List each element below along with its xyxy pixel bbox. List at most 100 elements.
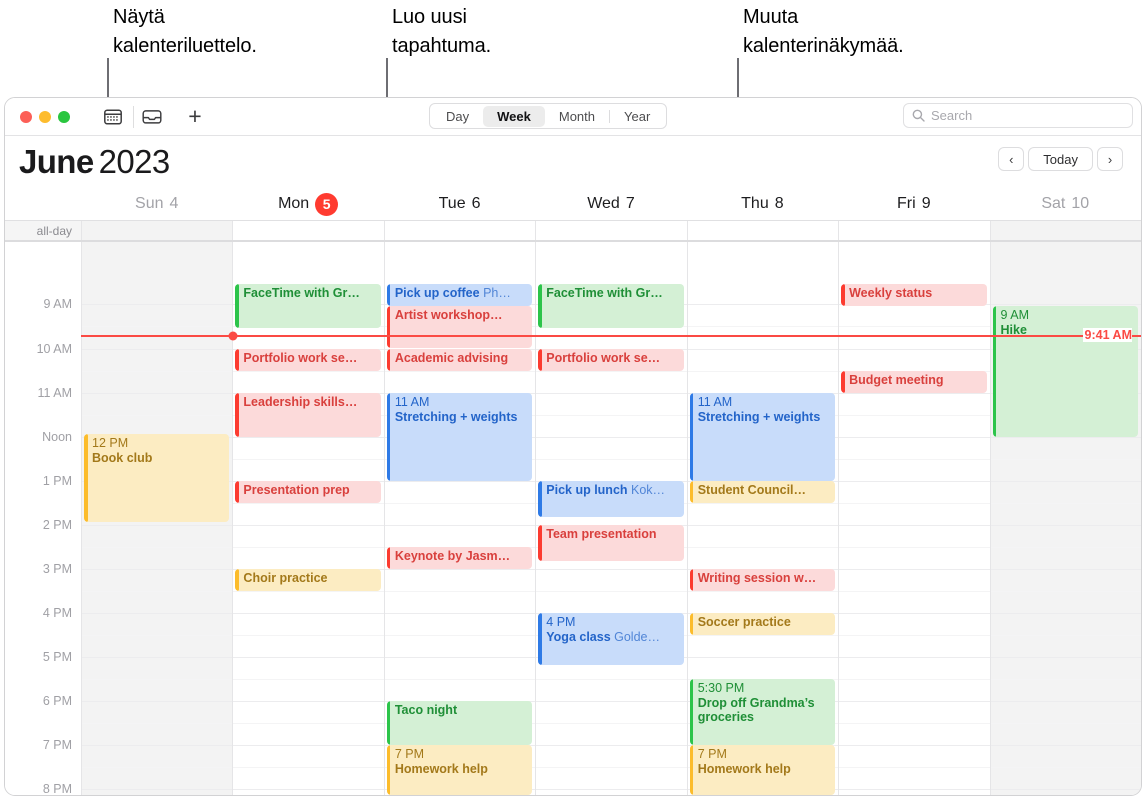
calendar-event[interactable]: Keynote by Jasm… [386, 547, 533, 569]
event-title: Budget meeting [849, 373, 944, 387]
maximize-button[interactable] [58, 111, 70, 123]
event-title: Portfolio work se… [243, 351, 358, 365]
hour-gridline [990, 525, 1141, 526]
day-column-fri[interactable]: Weekly status Budget meeting [838, 242, 990, 795]
all-day-cell-fri[interactable] [838, 221, 990, 240]
all-day-cell-tue[interactable] [383, 221, 536, 240]
calendar-event[interactable]: Portfolio work se… [235, 349, 381, 371]
event-title: Stretching + weights [697, 409, 821, 424]
tab-month[interactable]: Month [545, 106, 609, 127]
all-day-cell-mon[interactable] [232, 221, 384, 240]
half-hour-gridline [839, 503, 990, 504]
event-color-bar [386, 284, 391, 306]
page-title: June 2023 [19, 143, 170, 181]
previous-week-button[interactable]: ‹ [998, 147, 1025, 171]
hour-gridline [82, 304, 233, 305]
calendar-event[interactable]: 7 PM Homework help [689, 745, 836, 795]
day-column-wed[interactable]: FaceTime with Gr… Portfolio work se… Pick … [535, 242, 687, 795]
tab-year[interactable]: Year [610, 106, 664, 127]
close-button[interactable] [20, 111, 32, 123]
calendar-event[interactable]: 11 AM Stretching + weights [689, 393, 836, 481]
day-column-tue[interactable]: Pick up coffee Ph… Artist workshop… Academ… [383, 242, 536, 795]
hour-gridline [839, 437, 990, 438]
calendar-event[interactable]: Presentation prep [235, 481, 381, 503]
calendar-event[interactable]: 4 PM Yoga class Golde… [538, 613, 684, 665]
view-segmented-control[interactable]: Day Week Month Year [429, 103, 668, 129]
event-color-bar [235, 393, 239, 437]
calendar-event[interactable]: Budget meeting [841, 371, 987, 393]
calendar-event[interactable]: Team presentation [538, 525, 684, 561]
day-name-label: Fri [897, 195, 916, 212]
day-column-thu[interactable]: 11 AM Stretching + weights Student Council… [686, 242, 839, 795]
calendar-event[interactable]: Pick up coffee Ph… [386, 284, 533, 306]
calendar-event[interactable]: 5:30 PM Drop off Grandma’s groceries [689, 679, 836, 745]
calendar-grid[interactable]: 9 AM 10 AM 11 AM Noon 1 PM 2 PM 3 PM 4 PM 5 PM 6 … [5, 242, 1141, 795]
event-title: Homework help [394, 761, 488, 776]
day-header-sun[interactable]: Sun 4 [81, 188, 232, 220]
calendar-event[interactable]: 7 PM Homework help [386, 745, 533, 795]
hour-label: 10 AM [36, 342, 72, 356]
hour-gridline [536, 437, 687, 438]
minimize-button[interactable] [39, 111, 51, 123]
day-header-thu[interactable]: Thu 8 [687, 188, 838, 220]
hour-gridline [536, 789, 687, 790]
event-title: Soccer practice [697, 615, 791, 629]
event-time: 11 AM [697, 395, 733, 409]
today-button[interactable]: Today [1028, 147, 1093, 171]
hour-label: 4 PM [42, 606, 72, 620]
calendar-event[interactable]: FaceTime with Gr… [538, 284, 684, 328]
calendar-list-button[interactable] [102, 107, 124, 127]
calendar-event[interactable]: Choir practice [235, 569, 381, 591]
tab-day[interactable]: Day [432, 106, 483, 127]
calendar-event[interactable]: Weekly status [841, 284, 987, 306]
calendar-event[interactable]: 11 AM Stretching + weights [386, 393, 533, 481]
day-header-wed[interactable]: Wed 7 [535, 188, 686, 220]
hour-gridline [839, 481, 990, 482]
calendar-event[interactable]: Taco night [386, 701, 533, 745]
calendar-event[interactable]: 9 AM Hike [992, 306, 1138, 437]
tab-week[interactable]: Week [483, 105, 545, 127]
calendar-event[interactable]: Pick up lunch Kok… [538, 481, 684, 517]
half-hour-gridline [990, 503, 1141, 504]
calendar-event[interactable]: Portfolio work se… [538, 349, 684, 371]
day-column-sun[interactable]: 12 PM Book club [81, 242, 233, 795]
new-event-button[interactable]: + [183, 105, 207, 129]
calendar-event[interactable]: Leadership skills… [235, 393, 381, 437]
calendar-event[interactable]: FaceTime with Gr… [235, 284, 381, 328]
event-title: Leadership skills… [243, 395, 358, 409]
half-hour-gridline [687, 503, 839, 504]
day-header-tue[interactable]: Tue 6 [384, 188, 535, 220]
calendar-event[interactable]: Writing session w… [689, 569, 836, 591]
calendar-event[interactable]: Academic advising [386, 349, 533, 371]
calendar-event[interactable]: 12 PM Book club [84, 434, 230, 522]
next-week-button[interactable]: › [1097, 147, 1123, 171]
calendar-event[interactable]: Artist workshop… [386, 306, 533, 348]
inbox-button[interactable] [141, 107, 163, 127]
all-day-cell-sat[interactable] [989, 221, 1141, 240]
event-title: Keynote by Jasm… [394, 549, 511, 563]
calendar-event[interactable]: Student Council… [689, 481, 836, 503]
day-number-label: 9 [921, 195, 931, 212]
event-title: Homework help [697, 761, 791, 776]
event-title: Drop off Grandma’s groceries [697, 695, 815, 725]
hour-label: Noon [42, 430, 72, 444]
event-color-bar [689, 481, 694, 503]
event-title: Portfolio work se… [546, 351, 661, 365]
event-color-bar [538, 349, 542, 371]
day-header-mon[interactable]: Mon 5 [232, 188, 383, 220]
hour-gridline [82, 745, 233, 746]
calendar-event[interactable]: Soccer practice [689, 613, 836, 635]
day-header-sat[interactable]: Sat 10 [990, 188, 1141, 220]
hour-gridline [839, 613, 990, 614]
hour-gridline [536, 569, 687, 570]
all-day-cell-wed[interactable] [535, 221, 687, 240]
day-name-label: Wed [587, 195, 620, 212]
current-time-line [81, 335, 1141, 337]
search-field[interactable]: Search [903, 103, 1133, 128]
all-day-cell-thu[interactable] [686, 221, 839, 240]
day-header-fri[interactable]: Fri 9 [838, 188, 989, 220]
day-column-sat[interactable]: 9 AM Hike [989, 242, 1141, 795]
all-day-cell-sun[interactable] [81, 221, 233, 240]
day-column-mon[interactable]: FaceTime with Gr… Portfolio work se… Leade… [232, 242, 384, 795]
hour-gridline [233, 613, 384, 614]
